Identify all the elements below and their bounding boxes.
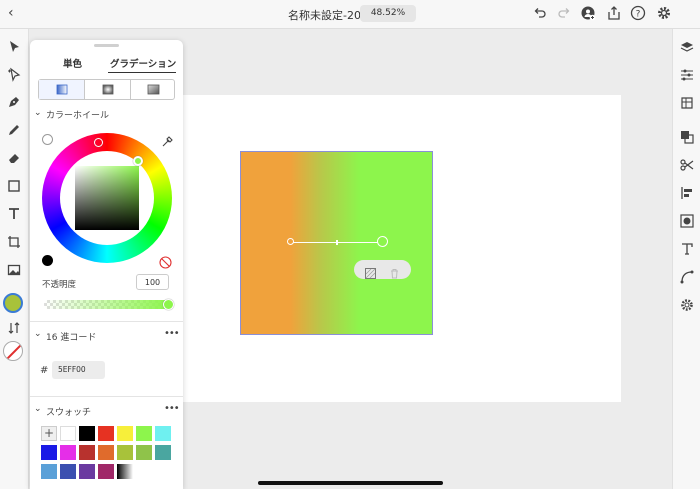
color-swatch[interactable] [60, 464, 76, 479]
direct-select-icon[interactable] [6, 66, 22, 82]
gradient-midpoint[interactable] [336, 240, 338, 245]
more-options-icon[interactable]: ••• [164, 403, 180, 414]
color-swatch[interactable] [41, 464, 57, 479]
color-wheel-title: カラーホイール [46, 111, 110, 121]
right-toolbar [672, 29, 700, 489]
transform-icon[interactable] [6, 234, 22, 250]
saturation-square[interactable] [75, 166, 139, 230]
chevron-down-icon[interactable]: ⌄ [34, 404, 42, 414]
divider [30, 321, 183, 322]
fill-swatch[interactable] [3, 293, 23, 313]
linear-gradient-icon[interactable] [39, 80, 84, 99]
top-bar: ‹ 名称未設定-20 48.52% ? [0, 0, 700, 29]
active-tab-indicator [108, 72, 176, 73]
chevron-down-icon[interactable]: ⌄ [34, 108, 42, 118]
add-user-icon[interactable] [580, 5, 596, 21]
gradient-start-stop[interactable] [287, 238, 294, 245]
layers-icon[interactable] [679, 39, 695, 55]
color-panel: 単色 グラデーション ⌄ カラーホイール 不透明度 100 ⌄ 16 進コード … [30, 40, 183, 489]
text-icon[interactable] [6, 206, 22, 222]
properties-icon[interactable] [679, 67, 695, 83]
gradient-type-selector [38, 79, 175, 100]
back-button[interactable]: ‹ [8, 5, 14, 21]
stroke-swatch[interactable] [3, 341, 23, 361]
color-swatch[interactable] [155, 445, 171, 460]
gradient-context-menu [354, 260, 411, 279]
scissors-icon[interactable] [679, 157, 695, 173]
tab-gradient[interactable]: グラデーション [110, 56, 176, 70]
color-wheel[interactable] [42, 133, 172, 263]
pathfinder-icon[interactable] [679, 129, 695, 145]
eraser-icon[interactable] [6, 150, 22, 166]
left-toolbar [0, 29, 29, 489]
add-stop-icon[interactable] [365, 264, 376, 279]
pencil-icon[interactable] [6, 122, 22, 138]
settings-icon[interactable] [656, 5, 672, 21]
hex-title: 16 進コード [46, 333, 97, 343]
hex-prefix: # [40, 365, 49, 376]
color-swatch[interactable] [117, 426, 133, 441]
color-marker[interactable] [133, 156, 143, 166]
gradient-swatch[interactable] [117, 464, 133, 479]
swatches-title: スウォッチ [46, 408, 92, 418]
select-icon[interactable] [6, 39, 22, 55]
mask-icon[interactable] [679, 213, 695, 229]
black-point-icon[interactable] [42, 255, 53, 266]
color-swatch[interactable] [60, 445, 76, 460]
color-swatch[interactable] [117, 445, 133, 460]
color-swatch[interactable] [98, 464, 114, 479]
gear-icon[interactable] [679, 297, 695, 313]
document-title[interactable]: 名称未設定-20 [288, 7, 361, 23]
libraries-icon[interactable] [679, 95, 695, 111]
home-indicator [258, 481, 443, 485]
more-options-icon[interactable]: ••• [164, 328, 180, 339]
color-swatch[interactable] [136, 445, 152, 460]
tab-solid[interactable]: 単色 [63, 56, 82, 70]
redo-icon[interactable] [556, 5, 572, 21]
color-swatch[interactable] [79, 464, 95, 479]
panel-grip[interactable] [94, 44, 119, 47]
color-swatch[interactable] [136, 426, 152, 441]
divider [30, 396, 183, 397]
color-swatch[interactable] [98, 426, 114, 441]
add-swatch-button[interactable]: + [41, 426, 57, 441]
undo-icon[interactable] [532, 5, 548, 21]
freeform-gradient-icon[interactable] [131, 80, 176, 99]
color-swatch[interactable] [155, 426, 171, 441]
delete-stop-icon[interactable] [389, 264, 400, 279]
zoom-level[interactable]: 48.52% [360, 5, 416, 22]
radial-gradient-icon[interactable] [85, 80, 130, 99]
align-icon[interactable] [679, 185, 695, 201]
swap-icon[interactable] [6, 320, 22, 336]
gradient-end-stop[interactable] [377, 236, 388, 247]
type-icon[interactable] [679, 241, 695, 257]
hex-input[interactable]: 5EFF00 [52, 361, 105, 379]
hue-marker[interactable] [94, 138, 103, 147]
curve-icon[interactable] [679, 269, 695, 285]
share-icon[interactable] [606, 5, 622, 21]
rectangle-icon[interactable] [6, 178, 22, 194]
no-color-icon[interactable] [159, 254, 172, 269]
color-swatch[interactable] [98, 445, 114, 460]
color-swatch[interactable] [60, 426, 76, 441]
color-swatch[interactable] [79, 445, 95, 460]
pen-icon[interactable] [6, 94, 22, 110]
opacity-input[interactable]: 100 [136, 274, 169, 290]
opacity-label: 不透明度 [42, 280, 77, 290]
svg-text:?: ? [636, 10, 641, 20]
opacity-slider-thumb[interactable] [163, 299, 174, 310]
image-icon[interactable] [6, 262, 22, 278]
help-icon[interactable]: ? [630, 5, 646, 21]
color-swatch[interactable] [79, 426, 95, 441]
chevron-down-icon[interactable]: ⌄ [34, 329, 42, 339]
color-swatch[interactable] [41, 445, 57, 460]
opacity-slider[interactable] [44, 300, 169, 309]
